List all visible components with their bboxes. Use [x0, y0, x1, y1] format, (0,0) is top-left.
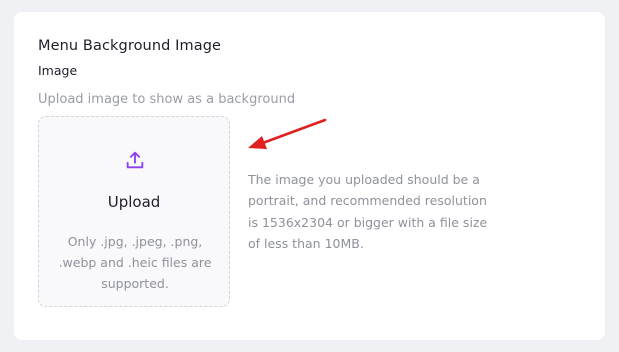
image-field-label: Image [38, 63, 78, 78]
annotation-arrow [248, 118, 327, 149]
resolution-note: The image you uploaded should be a portr… [248, 172, 488, 251]
section-title: Menu Background Image [38, 38, 222, 54]
upload-label: Upload [107, 193, 161, 211]
image-upload-dropzone[interactable]: Upload Only .jpg, .jpeg, .png, .webp and… [38, 116, 230, 307]
image-helper-text: Upload image to show as a background [38, 92, 296, 107]
menu-background-card: Menu Background Image Image Upload image… [14, 12, 605, 340]
supported-formats-text: Only .jpg, .jpeg, .png, .webp and .heic … [58, 234, 212, 291]
upload-icon [126, 151, 144, 169]
